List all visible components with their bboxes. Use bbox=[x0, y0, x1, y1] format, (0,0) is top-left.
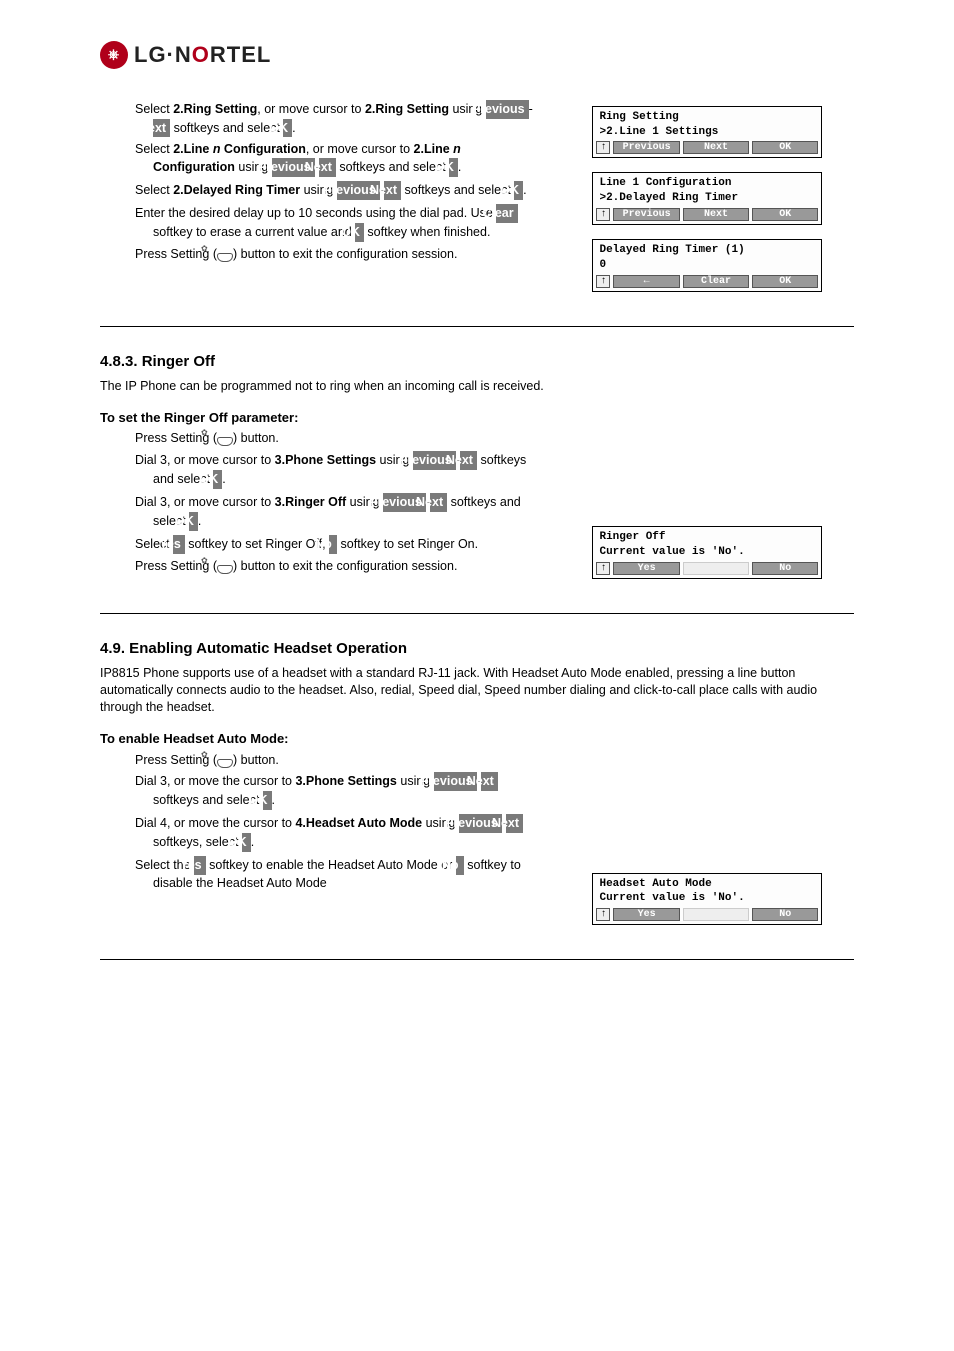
section-title: 4.9. Enabling Automatic Headset Operatio… bbox=[100, 639, 854, 659]
ok-key[interactable]: OK bbox=[514, 181, 523, 200]
page-header: ⎈ LG·NORTEL bbox=[100, 40, 854, 70]
lcd-screen: Headset Auto Mode Current value is 'No'.… bbox=[592, 873, 822, 926]
ok-softkey[interactable]: OK bbox=[752, 275, 818, 288]
paragraph: The IP Phone can be programmed not to ri… bbox=[100, 378, 854, 395]
back-softkey[interactable]: ← bbox=[613, 275, 679, 288]
settings-icon bbox=[217, 753, 233, 767]
up-softkey[interactable]: ↑ bbox=[596, 562, 610, 575]
lcd-line: Current value is 'No'. bbox=[599, 545, 815, 560]
ok-key[interactable]: OK bbox=[189, 512, 198, 531]
up-softkey[interactable]: ↑ bbox=[596, 141, 610, 154]
lcd-line: >2.Delayed Ring Timer bbox=[599, 191, 815, 206]
lcd-line: >2.Line 1 Settings bbox=[599, 125, 815, 140]
ok-softkey[interactable]: OK bbox=[752, 141, 818, 154]
clear-key[interactable]: Clear bbox=[496, 204, 517, 223]
next-key[interactable]: Next bbox=[153, 119, 170, 138]
yes-key[interactable]: Yes bbox=[173, 535, 185, 554]
lcd-screen: Delayed Ring Timer (1) 0 ↑ ← Clear OK bbox=[592, 239, 822, 292]
next-key[interactable]: Next bbox=[481, 772, 498, 791]
subheading: To enable Headset Auto Mode: bbox=[100, 730, 854, 748]
step: Press Setting () button. bbox=[135, 430, 534, 447]
section-title: 4.8.3. Ringer Off bbox=[100, 352, 854, 372]
ok-key[interactable]: OK bbox=[283, 119, 292, 138]
up-softkey[interactable]: ↑ bbox=[596, 275, 610, 288]
next-key[interactable]: Next bbox=[460, 451, 477, 470]
step: Press Setting () button. bbox=[135, 752, 534, 769]
step: Select 2.Ring Setting, or move cursor to… bbox=[135, 100, 534, 138]
step: Dial 3, or move the cursor to 3.Phone Se… bbox=[135, 772, 534, 810]
lcd-screen: Line 1 Configuration >2.Delayed Ring Tim… bbox=[592, 172, 822, 225]
next-softkey[interactable]: Next bbox=[683, 141, 749, 154]
lcd-line: Headset Auto Mode bbox=[599, 877, 815, 892]
next-softkey[interactable]: Next bbox=[683, 208, 749, 221]
lcd-screen: Ring Setting >2.Line 1 Settings ↑ Previo… bbox=[592, 106, 822, 159]
previous-key[interactable]: Previous bbox=[486, 100, 529, 119]
settings-icon bbox=[217, 559, 233, 573]
step: Press Setting () button to exit the conf… bbox=[135, 558, 534, 575]
yes-softkey[interactable]: Yes bbox=[613, 562, 679, 575]
ok-softkey[interactable]: OK bbox=[752, 208, 818, 221]
no-key[interactable]: No bbox=[329, 535, 337, 554]
previous-softkey[interactable]: Previous bbox=[613, 141, 679, 154]
lcd-screen: Ringer Off Current value is 'No'. ↑ Yes … bbox=[592, 526, 822, 579]
yes-key[interactable]: Yes bbox=[194, 856, 206, 875]
next-key[interactable]: Next bbox=[319, 158, 336, 177]
lcd-line: Ring Setting bbox=[599, 110, 815, 125]
paragraph: IP8815 Phone supports use of a headset w… bbox=[100, 665, 854, 716]
ok-key[interactable]: OK bbox=[449, 158, 458, 177]
up-softkey[interactable]: ↑ bbox=[596, 908, 610, 921]
section-headset-auto: 4.9. Enabling Automatic Headset Operatio… bbox=[100, 639, 854, 960]
no-softkey[interactable]: No bbox=[752, 562, 818, 575]
lcd-line: Ringer Off bbox=[599, 530, 815, 545]
step: Dial 4, or move the cursor to 4.Headset … bbox=[135, 814, 534, 852]
settings-icon bbox=[217, 431, 233, 445]
step: Select the Yes softkey to enable the Hea… bbox=[135, 856, 534, 892]
step: Press Setting () button to exit the conf… bbox=[135, 246, 534, 263]
next-key[interactable]: Next bbox=[384, 181, 401, 200]
step: Select Yes softkey to set Ringer Off, No… bbox=[135, 535, 534, 554]
clear-softkey[interactable]: Clear bbox=[683, 275, 749, 288]
blank-softkey bbox=[683, 908, 749, 921]
next-key[interactable]: Next bbox=[506, 814, 523, 833]
ok-key[interactable]: OK bbox=[263, 791, 272, 810]
lcd-line: 0 bbox=[599, 258, 815, 273]
section-ringer-off: 4.8.3. Ringer Off The IP Phone can be pr… bbox=[100, 352, 854, 614]
step: Select 2.Line n Configuration, or move c… bbox=[135, 141, 534, 177]
logo-icon: ⎈ bbox=[100, 41, 128, 69]
lcd-line: Line 1 Configuration bbox=[599, 176, 815, 191]
ok-key[interactable]: OK bbox=[213, 470, 222, 489]
lcd-line: Delayed Ring Timer (1) bbox=[599, 243, 815, 258]
up-softkey[interactable]: ↑ bbox=[596, 208, 610, 221]
section-ring-setting: Select 2.Ring Setting, or move cursor to… bbox=[100, 100, 854, 327]
step: Dial 3, or move cursor to 3.Ringer Off u… bbox=[135, 493, 534, 531]
ok-key[interactable]: OK bbox=[355, 223, 364, 242]
yes-softkey[interactable]: Yes bbox=[613, 908, 679, 921]
blank-softkey bbox=[683, 562, 749, 575]
logo: ⎈ LG·NORTEL bbox=[100, 40, 271, 70]
step: Select 2.Delayed Ring Timer using Previo… bbox=[135, 181, 534, 200]
subheading: To set the Ringer Off parameter: bbox=[100, 409, 854, 427]
step: Enter the desired delay up to 10 seconds… bbox=[135, 204, 534, 242]
no-softkey[interactable]: No bbox=[752, 908, 818, 921]
previous-softkey[interactable]: Previous bbox=[613, 208, 679, 221]
ok-key[interactable]: OK bbox=[242, 833, 251, 852]
step: Dial 3, or move cursor to 3.Phone Settin… bbox=[135, 451, 534, 489]
next-key[interactable]: Next bbox=[430, 493, 447, 512]
lcd-line: Current value is 'No'. bbox=[599, 891, 815, 906]
settings-icon bbox=[217, 247, 233, 261]
no-key[interactable]: No bbox=[456, 856, 464, 875]
